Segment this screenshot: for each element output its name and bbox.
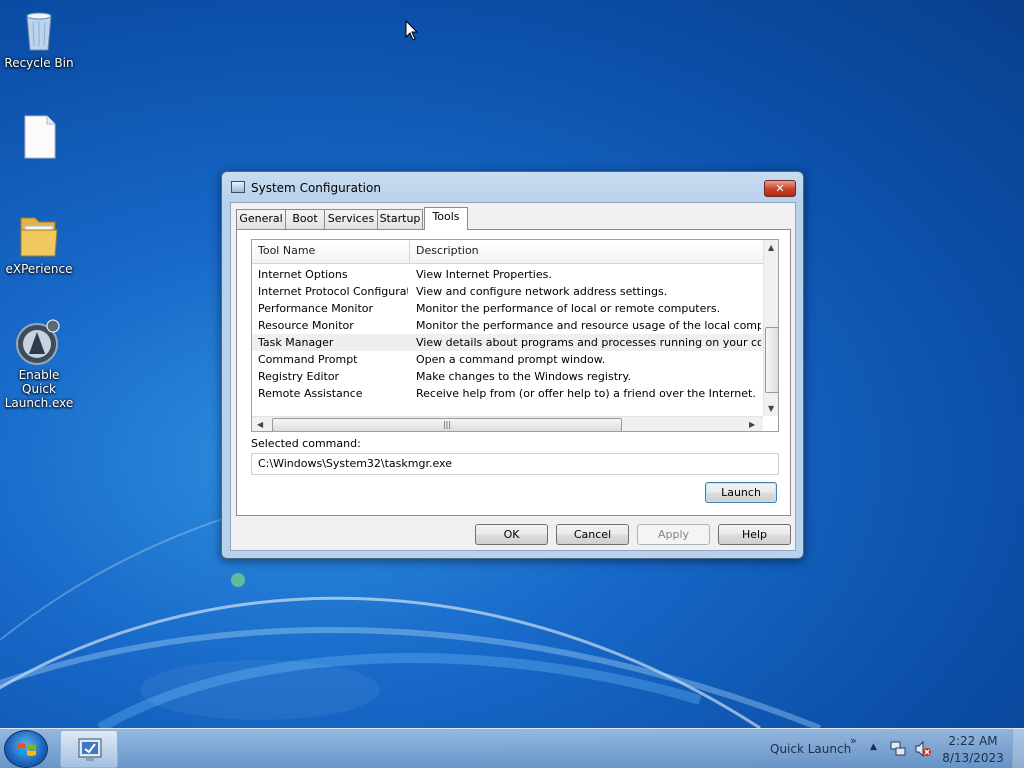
volume-muted-icon[interactable] (914, 741, 932, 757)
tab-startup[interactable]: Startup (377, 209, 423, 229)
column-header-description[interactable]: Description (410, 240, 763, 264)
list-item-selected[interactable]: Task Manager View details about programs… (252, 334, 763, 351)
scroll-up-arrow-icon[interactable]: ▲ (768, 243, 774, 252)
tool-description: View details about programs and processe… (416, 336, 761, 349)
scroll-right-arrow-icon[interactable]: ▶ (749, 420, 755, 429)
list-item[interactable]: Command Prompt Open a command prompt win… (252, 351, 763, 368)
desktop-icon-enable-quick-launch[interactable]: Enable Quick Launch.exe (0, 318, 78, 410)
show-desktop-button[interactable] (1012, 729, 1024, 768)
desktop-icon-label: eXPerience (5, 262, 73, 276)
blank-file-icon (15, 114, 63, 162)
show-hidden-icons-arrow-icon[interactable]: ▲ (870, 742, 877, 752)
recycle-bin-icon (15, 6, 63, 54)
apply-button[interactable]: Apply (637, 524, 710, 545)
tool-name: Task Manager (258, 336, 334, 349)
list-item[interactable]: Remote Assistance Receive help from (or … (252, 385, 763, 402)
column-header-tool-name[interactable]: Tool Name (252, 240, 410, 264)
tool-name: Performance Monitor (258, 302, 374, 315)
tool-description: Monitor the performance and resource usa… (416, 319, 761, 332)
launch-button[interactable]: Launch (705, 482, 777, 503)
help-button[interactable]: Help (718, 524, 791, 545)
tools-list[interactable]: Tool Name Description Internet Options V… (251, 239, 779, 432)
scroll-left-arrow-icon[interactable]: ◀ (257, 420, 263, 429)
dialog-title: System Configuration (251, 181, 381, 195)
selected-command-field[interactable]: C:\Windows\System32\taskmgr.exe (251, 453, 779, 475)
vertical-scrollbar[interactable]: ▲ ▼ (763, 240, 778, 416)
taskbar: Quick Launch » ▲ 2:22 AM 8/13/2023 (0, 728, 1024, 768)
horizontal-scrollbar[interactable]: ◀ ||| ▶ (252, 416, 763, 431)
quick-launch-chevron-icon[interactable]: » (850, 734, 857, 747)
list-item[interactable]: Resource Monitor Monitor the performance… (252, 317, 763, 334)
tab-tools[interactable]: Tools (424, 207, 468, 230)
desktop-icon-label: Recycle Bin (4, 56, 74, 70)
horizontal-scroll-thumb[interactable]: ||| (272, 418, 622, 431)
tool-description: Monitor the performance of local or remo… (416, 302, 721, 315)
list-item[interactable]: Performance Monitor Monitor the performa… (252, 300, 763, 317)
cancel-button[interactable]: Cancel (556, 524, 629, 545)
msconfig-app-icon (231, 181, 245, 193)
clock-date[interactable]: 8/13/2023 (940, 751, 1006, 765)
tool-name: Internet Protocol Configurat... (258, 285, 408, 298)
network-icon[interactable] (890, 741, 906, 757)
close-button[interactable]: ✕ (764, 180, 796, 197)
quick-launch-toolbar[interactable]: Quick Launch (770, 742, 851, 756)
desktop-icon-recycle-bin[interactable]: Recycle Bin (0, 6, 78, 70)
desktop-icon-experience[interactable]: eXPerience (0, 212, 78, 276)
msconfig-taskbar-icon (78, 738, 102, 761)
tool-name: Resource Monitor (258, 319, 354, 332)
tools-tab-panel: Tool Name Description Internet Options V… (236, 229, 791, 516)
desktop-icon-label: Enable Quick Launch.exe (4, 368, 74, 410)
tab-general[interactable]: General (236, 209, 286, 229)
tool-description: View Internet Properties. (416, 268, 552, 281)
folder-icon (15, 212, 63, 260)
ok-button[interactable]: OK (475, 524, 548, 545)
tool-name: Internet Options (258, 268, 348, 281)
start-button[interactable] (4, 730, 48, 768)
dialog-client-area: General Boot Services Startup Tools Tool… (230, 202, 796, 551)
tool-description: View and configure network address setti… (416, 285, 668, 298)
desktop-icon-blank-file[interactable] (0, 114, 78, 164)
selected-command-label: Selected command: (251, 437, 361, 450)
tab-services[interactable]: Services (324, 209, 378, 229)
tool-name: Registry Editor (258, 370, 340, 383)
tool-description: Receive help from (or offer help to) a f… (416, 387, 756, 400)
clock-time[interactable]: 2:22 AM (945, 734, 1001, 748)
tool-description: Open a command prompt window. (416, 353, 606, 366)
tool-description: Make changes to the Windows registry. (416, 370, 631, 383)
list-header: Tool Name Description (252, 240, 763, 264)
scroll-down-arrow-icon[interactable]: ▼ (768, 404, 774, 413)
windows-logo-icon (18, 743, 36, 756)
tool-name: Command Prompt (258, 353, 358, 366)
app-exe-icon (15, 318, 63, 366)
list-item[interactable]: Internet Protocol Configurat... View and… (252, 283, 763, 300)
list-item[interactable]: Registry Editor Make changes to the Wind… (252, 368, 763, 385)
dialog-titlebar[interactable]: System Configuration ✕ (222, 172, 803, 202)
taskbar-button-system-configuration[interactable] (60, 730, 118, 768)
mouse-cursor-icon (405, 20, 419, 41)
vertical-scroll-thumb[interactable] (765, 327, 778, 393)
list-item[interactable]: Internet Options View Internet Propertie… (252, 266, 763, 283)
tool-name: Remote Assistance (258, 387, 363, 400)
system-configuration-dialog: System Configuration ✕ General Boot Serv… (221, 171, 804, 559)
tab-boot[interactable]: Boot (285, 209, 325, 229)
